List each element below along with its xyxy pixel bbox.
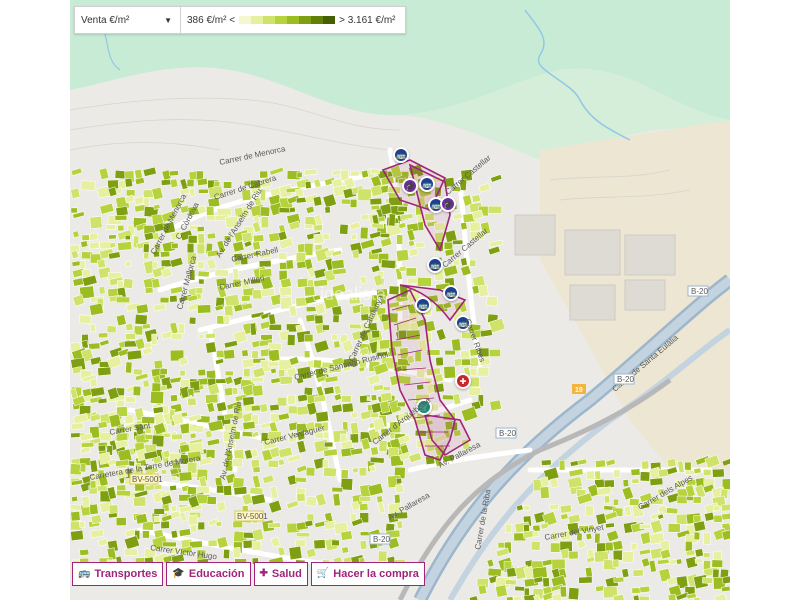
map-viewer: 🚌 🚌 🚌 🚌 🚌 🚌 🚌 🎓 🎓 ✚ 🛒 Carrer de Menorca Carrer de … (0, 0, 800, 600)
category-label: Hacer la compra (333, 568, 419, 580)
shopping-cart-icon: 🛒 (316, 568, 330, 579)
color-ramp (239, 16, 336, 24)
ramp-step (299, 16, 312, 24)
ramp-step (239, 16, 252, 24)
bus-stop-marker[interactable]: 🚌 (455, 315, 471, 331)
health-center-marker[interactable]: ✚ (455, 373, 471, 389)
price-legend: Venta €/m² ▼ 386 €/m² < > 3.161 €/m² (74, 6, 406, 34)
school-marker[interactable]: 🎓 (440, 196, 456, 212)
scale-min-label: 386 €/m² < (187, 14, 236, 26)
ramp-step (263, 16, 276, 24)
scale-max-label: > 3.161 €/m² (339, 14, 396, 26)
category-button-educación[interactable]: 🎓 Educación (166, 562, 251, 586)
health-icon: ✚ (259, 568, 268, 579)
overlay-layer (381, 159, 472, 461)
chevron-down-icon: ▼ (164, 15, 172, 25)
map-canvas[interactable]: 🚌 🚌 🚌 🚌 🚌 🚌 🚌 🎓 🎓 ✚ 🛒 Carrer de Menorca Carrer de … (70, 0, 730, 600)
category-label: Salud (271, 568, 302, 580)
ramp-step (287, 16, 300, 24)
ramp-step (251, 16, 264, 24)
bus-stop-marker[interactable]: 🚌 (415, 297, 431, 313)
graduation-cap-icon: 🎓 (172, 568, 185, 579)
school-marker[interactable]: 🎓 (402, 178, 418, 194)
price-mode-dropdown[interactable]: Venta €/m² ▼ (75, 7, 181, 33)
category-label: Educación (188, 568, 245, 580)
category-button-hacer-la-compra[interactable]: 🛒 Hacer la compra (310, 562, 425, 586)
category-label: Transportes (94, 568, 158, 580)
bus-icon: 🚌 (78, 568, 91, 579)
category-button-salud[interactable]: ✚ Salud (253, 562, 308, 586)
category-button-transportes[interactable]: 🚌 Transportes (72, 562, 164, 586)
ramp-step (311, 16, 324, 24)
price-scale: 386 €/m² < > 3.161 €/m² (181, 15, 405, 26)
price-mode-label: Venta €/m² (81, 14, 130, 26)
bus-stop-marker[interactable]: 🚌 (419, 176, 435, 192)
bus-stop-marker[interactable]: 🚌 (393, 147, 409, 163)
bus-stop-marker[interactable]: 🚌 (443, 285, 459, 301)
ramp-step (275, 16, 288, 24)
shop-marker[interactable]: 🛒 (416, 399, 432, 415)
bus-stop-marker[interactable]: 🚌 (427, 257, 443, 273)
category-bar: 🚌 Transportes 🎓 Educación ✚ Salud 🛒 Hacer la co… (72, 562, 425, 586)
ramp-step (323, 16, 336, 24)
